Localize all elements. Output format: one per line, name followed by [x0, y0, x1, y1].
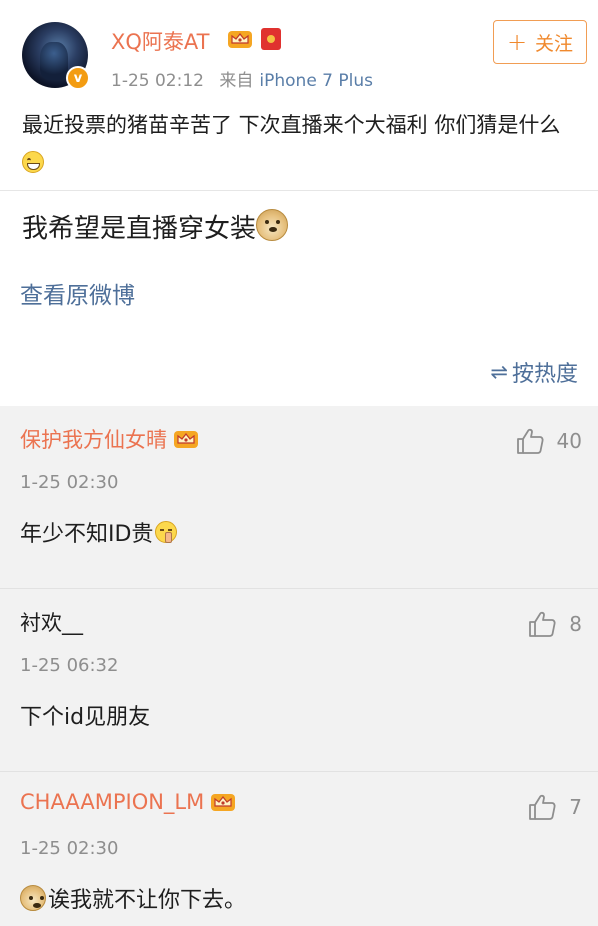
original-post: v XQ阿泰AT 1-25 02:12 来自 iPhone 7 Plus + 关注… — [0, 0, 598, 190]
post-meta: 1-25 02:12 来自 iPhone 7 Plus — [111, 66, 373, 91]
crown-icon — [210, 791, 236, 813]
repost-text: 我希望是直播穿女装 — [22, 208, 289, 245]
crown-icon — [227, 28, 253, 50]
crown-icon — [173, 428, 199, 450]
comment-text: 下个id见朋友 — [20, 699, 150, 731]
view-original-link[interactable]: 查看原微博 — [20, 276, 135, 310]
like-button[interactable]: 8 — [527, 609, 582, 639]
post-source-prefix: 来自 — [219, 71, 254, 91]
thumbs-up-icon — [527, 609, 557, 639]
comment-text: 年少不知ID贵 — [20, 516, 178, 548]
like-count: 7 — [569, 795, 582, 819]
comment-time: 1-25 06:32 — [20, 655, 119, 676]
shush-emoji-icon — [155, 521, 178, 543]
follow-label: 关注 — [535, 32, 574, 55]
comment-author[interactable]: 保护我方仙女晴 — [20, 424, 199, 454]
comment-author-name: 衬欢__ — [20, 611, 83, 635]
thumbs-up-icon — [527, 792, 557, 822]
plus-icon: + — [506, 28, 528, 56]
verified-badge-icon: v — [66, 66, 90, 90]
red-packet-icon[interactable] — [261, 28, 281, 50]
divider — [0, 190, 598, 191]
like-button[interactable]: 40 — [515, 426, 582, 456]
sort-by-hot-button[interactable]: ⇌ 按热度 — [490, 356, 578, 388]
comment-item[interactable]: 保护我方仙女晴 40 1-25 02:30 年少不知ID贵 — [0, 406, 598, 588]
sort-bar: ⇌ 按热度 — [0, 344, 598, 406]
sort-label: 按热度 — [511, 362, 578, 387]
comment-time: 1-25 02:30 — [20, 838, 119, 859]
comment-author-name: CHAAAMPION_LM — [20, 790, 205, 814]
doge-emoji-icon — [20, 885, 46, 911]
repost-text-content: 我希望是直播穿女装 — [22, 214, 257, 244]
like-count: 40 — [556, 429, 582, 453]
like-button[interactable]: 7 — [527, 792, 582, 822]
comment-author[interactable]: CHAAAMPION_LM — [20, 790, 236, 814]
comment-text-content: 诶我就不让你下去。 — [48, 888, 247, 913]
avatar-figure — [40, 42, 68, 80]
grin-emoji-icon — [22, 151, 44, 173]
follow-button[interactable]: + 关注 — [493, 20, 587, 64]
comment-author-name: 保护我方仙女晴 — [20, 428, 167, 452]
comment-text-content: 年少不知ID贵 — [20, 522, 154, 547]
comment-text-content: 下个id见朋友 — [20, 705, 151, 730]
post-text: 最近投票的猪苗辛苦了 下次直播来个大福利 你们猜是什么 — [22, 106, 578, 182]
comment-author[interactable]: 衬欢__ — [20, 607, 83, 637]
post-time: 1-25 02:12 — [111, 71, 204, 91]
comments-list: 保护我方仙女晴 40 1-25 02:30 年少不知ID贵 衬欢__ 8 1-2… — [0, 406, 598, 926]
like-count: 8 — [569, 612, 582, 636]
comment-time: 1-25 02:30 — [20, 472, 119, 493]
doge-emoji-icon — [256, 209, 289, 241]
post-text-content: 最近投票的猪苗辛苦了 下次直播来个大福利 你们猜是什么 — [22, 113, 561, 137]
author-name[interactable]: XQ阿泰AT — [111, 26, 209, 56]
sort-icon: ⇌ — [490, 360, 508, 384]
comment-text: 诶我就不让你下去。 — [20, 882, 246, 914]
comment-item[interactable]: 衬欢__ 8 1-25 06:32 下个id见朋友 — [0, 589, 598, 771]
author-badges — [227, 28, 281, 50]
thumbs-up-icon — [515, 426, 545, 456]
comment-item[interactable]: CHAAAMPION_LM 7 1-25 02:30 诶我就不让你下去。 — [0, 772, 598, 926]
post-device: iPhone 7 Plus — [259, 71, 374, 91]
